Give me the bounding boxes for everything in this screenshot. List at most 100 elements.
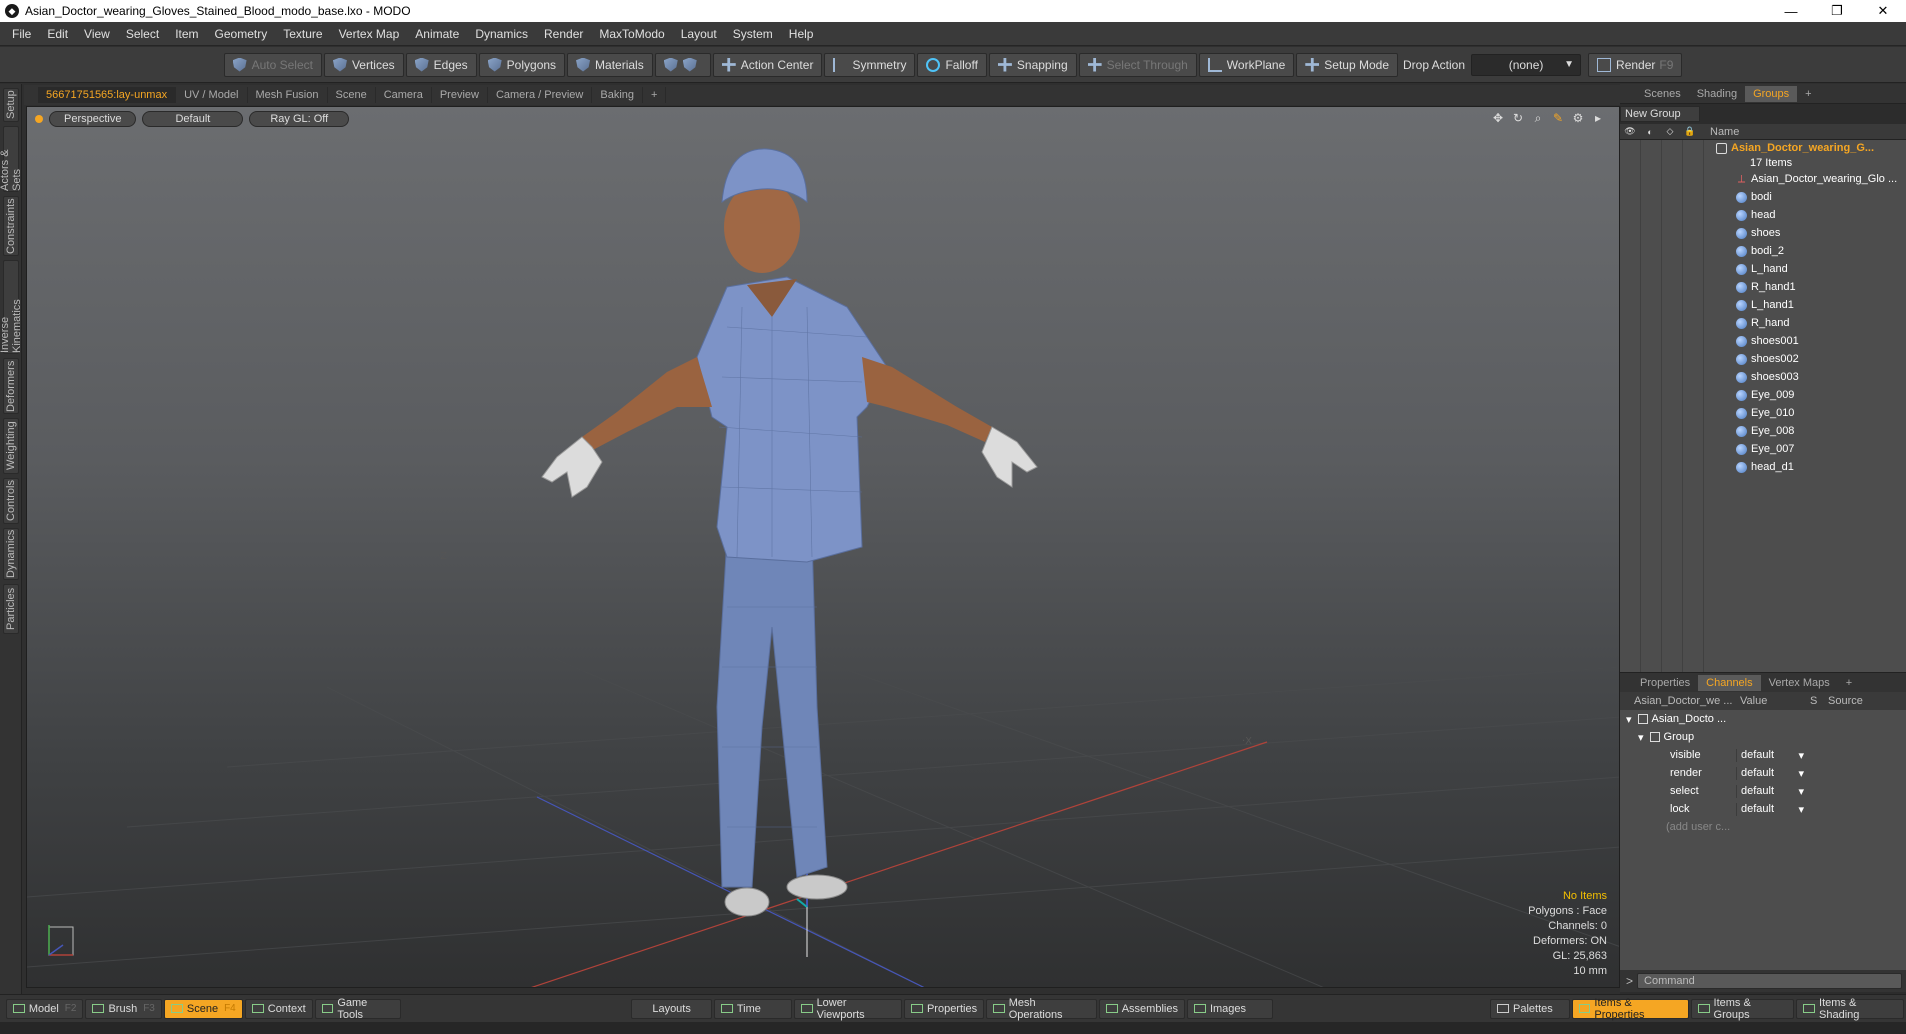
- channel-row-select[interactable]: select default ▾: [1620, 782, 1906, 800]
- time-button[interactable]: Time: [713, 998, 792, 1019]
- tab-dynamics[interactable]: Dynamics: [3, 528, 19, 580]
- tab-camera-preview[interactable]: Camera / Preview: [488, 87, 593, 103]
- command-input[interactable]: Command: [1637, 973, 1902, 989]
- list-item[interactable]: Eye_009: [1620, 386, 1906, 404]
- list-item[interactable]: R_hand1: [1620, 278, 1906, 296]
- rotate-view-icon[interactable]: ↻: [1511, 111, 1525, 125]
- close-button[interactable]: ✕: [1860, 0, 1906, 22]
- list-item[interactable]: Eye_008: [1620, 422, 1906, 440]
- list-item[interactable]: head: [1620, 206, 1906, 224]
- menu-item[interactable]: Item: [167, 27, 206, 41]
- move-view-icon[interactable]: ✥: [1491, 111, 1505, 125]
- falloff-button[interactable]: Falloff: [917, 52, 987, 77]
- tab-layout-unmax[interactable]: 56671751565:lay-unmax: [38, 87, 177, 103]
- restore-button[interactable]: ❐: [1814, 0, 1860, 22]
- list-item[interactable]: L_hand: [1620, 260, 1906, 278]
- item-mode-button[interactable]: [654, 52, 711, 77]
- list-item[interactable]: ⟂ Asian_Doctor_wearing_Glo ...: [1620, 170, 1906, 188]
- menu-help[interactable]: Help: [781, 27, 822, 41]
- 3d-viewport[interactable]: ·Z ·X Perspective Default Ray GL: Off ✥ …: [26, 106, 1620, 988]
- model-layout-button[interactable]: Model F2: [5, 998, 84, 1019]
- doctor-model[interactable]: [541, 148, 1038, 917]
- menu-texture[interactable]: Texture: [275, 27, 330, 41]
- scene-layout-button[interactable]: Scene F4: [163, 998, 243, 1019]
- tab-baking[interactable]: Baking: [592, 87, 644, 103]
- channel-row-lock[interactable]: lock default ▾: [1620, 800, 1906, 818]
- tab-scenes[interactable]: Scenes: [1636, 86, 1689, 102]
- menu-dynamics[interactable]: Dynamics: [467, 27, 536, 41]
- tab-scene[interactable]: Scene: [328, 87, 376, 103]
- menu-file[interactable]: File: [4, 27, 39, 41]
- channel-value-select[interactable]: default ▾: [1736, 784, 1810, 798]
- layouts-button[interactable]: Layouts: [631, 998, 712, 1019]
- mesh-operations-button[interactable]: Mesh Operations: [986, 997, 1097, 1021]
- tab-constraints[interactable]: Constraints: [3, 196, 19, 256]
- symmetry-button[interactable]: Symmetry: [824, 52, 916, 77]
- list-item[interactable]: shoes002: [1620, 350, 1906, 368]
- action-center-button[interactable]: Action Center: [712, 52, 823, 77]
- play-arrow-icon[interactable]: ▸: [1591, 111, 1605, 125]
- items-properties-button[interactable]: Items & Properties: [1571, 997, 1689, 1021]
- menu-vertex-map[interactable]: Vertex Map: [331, 27, 408, 41]
- tab-deformers[interactable]: Deformers: [3, 358, 19, 414]
- add-user-channel-row[interactable]: (add user c...: [1620, 818, 1906, 836]
- edges-button[interactable]: Edges: [405, 52, 477, 77]
- zoom-view-icon[interactable]: ⌕: [1531, 111, 1545, 125]
- tab-uv-model[interactable]: UV / Model: [176, 87, 248, 103]
- view-type-button[interactable]: Perspective: [49, 111, 137, 127]
- list-item[interactable]: R_hand: [1620, 314, 1906, 332]
- tab-camera[interactable]: Camera: [376, 87, 432, 103]
- list-item[interactable]: shoes001: [1620, 332, 1906, 350]
- add-panel-tab-button[interactable]: +: [1838, 675, 1860, 691]
- tab-shading[interactable]: Shading: [1689, 86, 1745, 102]
- list-item[interactable]: Eye_007: [1620, 440, 1906, 458]
- game-tools-button[interactable]: Game Tools: [314, 997, 401, 1021]
- tab-particles[interactable]: Particles: [3, 584, 19, 634]
- channel-value-select[interactable]: default ▾: [1736, 748, 1810, 762]
- list-item[interactable]: bodi_2: [1620, 242, 1906, 260]
- tab-channels[interactable]: Channels: [1698, 674, 1761, 691]
- drop-action-select[interactable]: (none) ▼: [1471, 53, 1582, 76]
- tab-mesh-fusion[interactable]: Mesh Fusion: [248, 87, 328, 103]
- palettes-button[interactable]: Palettes: [1490, 998, 1570, 1019]
- menu-maxtomodo[interactable]: MaxToModo: [591, 27, 672, 41]
- tab-setup[interactable]: Setup: [3, 88, 19, 122]
- snapping-button[interactable]: Snapping: [988, 52, 1077, 77]
- auto-select-button[interactable]: Auto Select: [223, 52, 322, 77]
- render-button[interactable]: Render F9: [1588, 52, 1683, 77]
- raygl-button[interactable]: Ray GL: Off: [249, 111, 350, 127]
- tab-controls[interactable]: Controls: [3, 478, 19, 524]
- setup-mode-button[interactable]: Setup Mode: [1296, 52, 1398, 77]
- menu-system[interactable]: System: [725, 27, 781, 41]
- items-shading-button[interactable]: Items & Shading: [1796, 997, 1905, 1021]
- tab-preview[interactable]: Preview: [432, 87, 488, 103]
- menu-view[interactable]: View: [76, 27, 118, 41]
- polygons-button[interactable]: Polygons: [478, 52, 566, 77]
- add-panel-tab-button[interactable]: +: [1797, 86, 1819, 102]
- tab-vertex-maps[interactable]: Vertex Maps: [1761, 675, 1838, 691]
- menu-animate[interactable]: Animate: [407, 27, 467, 41]
- list-item[interactable]: head_d1: [1620, 458, 1906, 476]
- menu-edit[interactable]: Edit: [39, 27, 76, 41]
- channel-row-render[interactable]: render default ▾: [1620, 764, 1906, 782]
- menu-select[interactable]: Select: [118, 27, 167, 41]
- tab-properties[interactable]: Properties: [1632, 675, 1698, 691]
- minimize-button[interactable]: —: [1768, 0, 1814, 22]
- menu-layout[interactable]: Layout: [673, 27, 725, 41]
- viewport-menu-icon[interactable]: [35, 115, 43, 123]
- list-item[interactable]: L_hand1: [1620, 296, 1906, 314]
- lower-viewports-button[interactable]: Lower Viewports: [793, 997, 902, 1021]
- brush-layout-button[interactable]: Brush F3: [85, 998, 162, 1019]
- tab-inverse-kinematics[interactable]: Inverse Kinematics: [0, 260, 23, 354]
- channel-item-row[interactable]: ▾ Asian_Docto ...: [1620, 710, 1906, 728]
- gear-icon[interactable]: ⚙: [1571, 111, 1585, 125]
- new-group-button[interactable]: New Group: [1620, 106, 1700, 122]
- context-layout-button[interactable]: Context: [244, 998, 313, 1019]
- menu-geometry[interactable]: Geometry: [207, 27, 276, 41]
- channel-row-visible[interactable]: visible default ▾: [1620, 746, 1906, 764]
- list-item[interactable]: shoes: [1620, 224, 1906, 242]
- list-item[interactable]: shoes003: [1620, 368, 1906, 386]
- images-button[interactable]: Images: [1186, 998, 1274, 1019]
- tab-weighting[interactable]: Weighting: [3, 418, 19, 474]
- tab-actors-sets[interactable]: Actors & Sets: [0, 126, 23, 192]
